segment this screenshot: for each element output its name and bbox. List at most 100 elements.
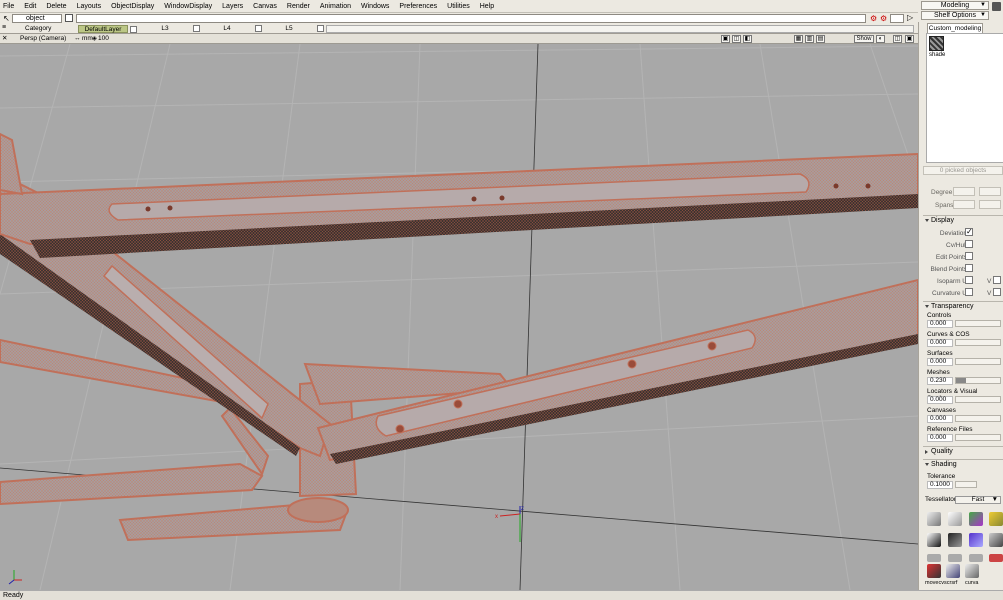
tool-icon-1[interactable] (927, 512, 941, 526)
curvature-u-checkbox[interactable] (965, 288, 973, 296)
menu-set-dropdown[interactable]: Modeling ▼ (921, 1, 989, 10)
locators-slider[interactable] (955, 396, 1001, 403)
snap-grid-icon[interactable]: ⚙ (880, 14, 887, 23)
menu-utilities[interactable]: Utilities (447, 0, 470, 13)
layer-l5[interactable]: L5 (264, 25, 324, 33)
tool-icon-9[interactable] (927, 554, 941, 562)
layer-l3-visibility[interactable] (193, 25, 200, 32)
movecv-label: movecv (925, 580, 944, 586)
transparency-section-header[interactable]: Transparency (923, 301, 1003, 311)
layer-default-visibility[interactable] (130, 26, 137, 33)
edit-points-checkbox[interactable] (965, 252, 973, 260)
meshes-slider[interactable] (955, 377, 1001, 384)
layer-menu-icon[interactable]: ≡ (2, 24, 6, 31)
reference-files-input[interactable]: 0.000 (927, 434, 953, 442)
viewport-restore-icon[interactable]: ◧ (743, 35, 752, 43)
menu-windows[interactable]: Windows (361, 0, 389, 13)
menu-help[interactable]: Help (480, 0, 494, 13)
layer-default[interactable]: DefaultLayer (78, 25, 137, 33)
scrsrf-tool-icon[interactable] (946, 564, 960, 578)
shade-tool-icon[interactable] (929, 36, 944, 51)
play-icon[interactable]: ▷ (907, 13, 913, 22)
display-section-header[interactable]: Display (923, 215, 1003, 225)
curvature-v-checkbox[interactable] (993, 288, 1001, 296)
controls-input[interactable]: 0.000 (927, 320, 953, 328)
tool-icon-12[interactable] (989, 554, 1003, 562)
tool-icon-2[interactable] (948, 512, 962, 526)
tool-icon-10[interactable] (948, 554, 962, 562)
menu-layers[interactable]: Layers (222, 0, 243, 13)
isoparm-v-label: V (987, 278, 992, 285)
shelf-options-dropdown[interactable]: Shelf Options ▼ (921, 11, 989, 20)
chainstay-left (0, 462, 264, 506)
controls-label: Controls (927, 312, 952, 319)
reference-files-slider[interactable] (955, 434, 1001, 441)
viewport-grid-icon[interactable]: ▦ (794, 35, 803, 43)
deviation-label: Deviation (939, 230, 967, 237)
curves-slider[interactable] (955, 339, 1001, 346)
viewport-shade-icon[interactable]: ◐ (876, 35, 885, 43)
viewport-maximize-icon[interactable]: ◫ (732, 35, 741, 43)
viewport-mode-icon[interactable]: ▣ (721, 35, 730, 43)
layer-default-label: DefaultLayer (84, 26, 122, 33)
layer-l3[interactable]: L3 (140, 25, 200, 33)
perspective-viewport[interactable]: z x (0, 44, 918, 590)
tool-icon-6[interactable] (948, 533, 962, 547)
surfaces-input[interactable]: 0.000 (927, 358, 953, 366)
menu-canvas[interactable]: Canvas (253, 0, 277, 13)
blend-points-checkbox[interactable] (965, 264, 973, 272)
canvases-input[interactable]: 0.000 (927, 415, 953, 423)
menu-file[interactable]: File (3, 0, 14, 13)
curves-input[interactable]: 0.000 (927, 339, 953, 347)
canvases-slider[interactable] (955, 415, 1001, 422)
pick-options-icon[interactable] (65, 14, 73, 22)
menu-delete[interactable]: Delete (46, 0, 66, 13)
menu-render[interactable]: Render (287, 0, 310, 13)
viewport-layout-icon[interactable]: ▤ (816, 35, 825, 43)
tolerance-input[interactable]: 0.1000 (927, 481, 953, 489)
tool-icon-3[interactable] (969, 512, 983, 526)
tool-icon-7[interactable] (969, 533, 983, 547)
viewport-show-button[interactable]: Show (854, 35, 874, 43)
tool-icon-11[interactable] (969, 554, 983, 562)
locators-input[interactable]: 0.000 (927, 396, 953, 404)
viewport-full-icon[interactable]: ▣ (905, 35, 914, 43)
tool-icon-8[interactable] (989, 533, 1003, 547)
zoom-icon: ◈ (92, 35, 97, 42)
menu-edit[interactable]: Edit (24, 0, 36, 13)
surfaces-slider[interactable] (955, 358, 1001, 365)
menu-animation[interactable]: Animation (320, 0, 351, 13)
meshes-input[interactable]: 0.230 (927, 377, 953, 385)
history-field[interactable] (890, 14, 904, 23)
isoparm-v-checkbox[interactable] (993, 276, 1001, 284)
isoparm-u-checkbox[interactable] (965, 276, 973, 284)
layer-scrollbar[interactable] (326, 25, 914, 33)
controls-slider[interactable] (955, 320, 1001, 327)
snap-icon[interactable]: ⚙ (870, 14, 877, 23)
tool-icon-4[interactable] (989, 512, 1003, 526)
menu-windowdisplay[interactable]: WindowDisplay (164, 0, 212, 13)
tolerance-slider[interactable] (955, 481, 977, 488)
layer-l5-visibility[interactable] (317, 25, 324, 32)
menu-layouts[interactable]: Layouts (77, 0, 102, 13)
shading-section-header[interactable]: Shading (923, 459, 1003, 469)
scrsrf-label: scrsrf (944, 580, 958, 586)
tessellator-dropdown[interactable]: Fast ▼ (955, 496, 1001, 504)
viewport-split-icon[interactable]: ◫ (893, 35, 902, 43)
command-input[interactable] (76, 14, 866, 23)
layer-l4-visibility[interactable] (255, 25, 262, 32)
tool-icon-5[interactable] (927, 533, 941, 547)
menu-objectdisplay[interactable]: ObjectDisplay (111, 0, 154, 13)
layer-l4[interactable]: L4 (202, 25, 262, 33)
pick-mode-field[interactable]: object (12, 14, 62, 23)
quality-section-header[interactable]: Quality (923, 446, 1003, 456)
deviation-checkbox[interactable]: ✓ (965, 228, 973, 236)
shelf-cup-icon[interactable] (992, 2, 1001, 11)
cvhull-checkbox[interactable] (965, 240, 973, 248)
viewport-close-icon[interactable]: ✕ (2, 35, 7, 43)
movecv-tool-icon[interactable] (927, 564, 941, 578)
viewport-camera-icon[interactable]: ▥ (805, 35, 814, 43)
curva-tool-icon[interactable] (965, 564, 979, 578)
shelf-tab-custom-modeling[interactable]: Custom_modeling (927, 23, 983, 33)
menu-preferences[interactable]: Preferences (399, 0, 437, 13)
